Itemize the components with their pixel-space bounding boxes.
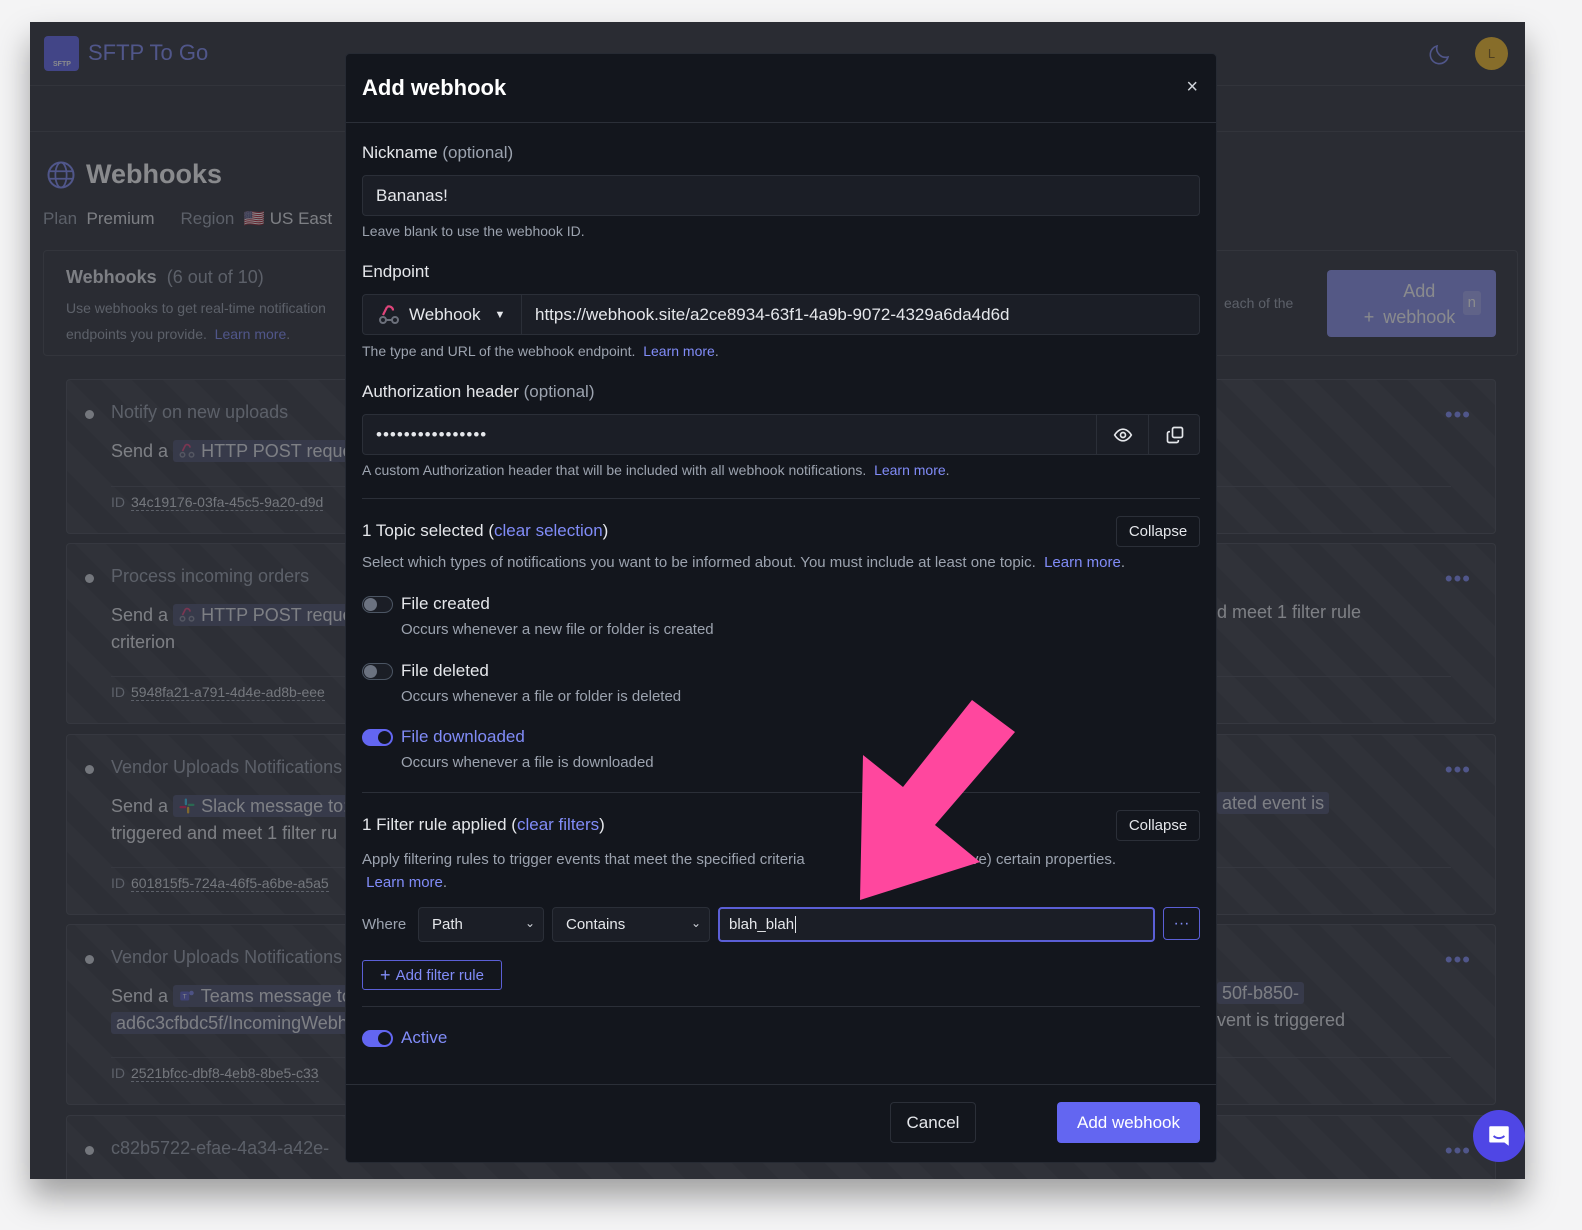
auth-help-text: A custom Authorization header that will … [362, 462, 867, 478]
topic-title: File deleted [401, 661, 489, 680]
endpoint-help: The type and URL of the webhook endpoint… [362, 343, 719, 359]
chevron-down-icon: ⌄ [690, 916, 701, 930]
optional-tag: (optional) [442, 143, 514, 162]
filter-value-input[interactable]: blah_blah [718, 907, 1155, 942]
topics-heading-text: 1 Topic selected [362, 521, 484, 540]
copy-button[interactable] [1148, 414, 1200, 455]
plus-icon: + [380, 964, 391, 985]
topic-description: Occurs whenever a file or folder is dele… [401, 688, 682, 705]
close-icon[interactable]: × [1186, 76, 1198, 99]
topics-learn-more-link[interactable]: Learn more [1044, 554, 1121, 571]
divider [362, 498, 1200, 499]
auth-value: •••••••••••••••• [376, 424, 488, 444]
nickname-label: Nickname (optional) [362, 143, 513, 163]
topics-collapse-button[interactable]: Collapse [1116, 516, 1200, 547]
where-label: Where [362, 916, 407, 933]
endpoint-type-select[interactable]: Webhook ▼ [362, 294, 522, 335]
chat-icon [1489, 1126, 1509, 1146]
filters-learn-more-link[interactable]: Learn more [366, 874, 443, 891]
file-created-toggle[interactable] [362, 596, 393, 613]
eye-icon [1113, 427, 1132, 442]
filters-heading: 1 Filter rule applied (clear filters) [362, 815, 605, 834]
endpoint-type-value: Webhook [409, 304, 481, 324]
caret-down-icon: ▼ [494, 308, 506, 321]
file-deleted-toggle[interactable] [362, 663, 393, 680]
modal-footer: Cancel Add webhook [346, 1084, 1216, 1162]
endpoint-url-input[interactable]: https://webhook.site/a2ce8934-63f1-4a9b-… [521, 294, 1200, 335]
topic-description: Occurs whenever a file is downloaded [401, 754, 654, 771]
filter-value-text: blah_blah [729, 916, 795, 933]
app-window: SFTP SFTP To Go L Webhooks Plan Premium … [30, 22, 1525, 1179]
topic-title: File downloaded [401, 727, 525, 746]
file-downloaded-toggle[interactable] [362, 729, 393, 746]
filter-more-button[interactable]: ··· [1163, 907, 1200, 940]
optional-tag: (optional) [523, 382, 595, 401]
topics-heading: 1 Topic selected (clear selection) [362, 521, 609, 540]
filters-heading-text: 1 Filter rule applied [362, 815, 507, 834]
topics-description: Select which types of notifications you … [362, 554, 1125, 571]
endpoint-label: Endpoint [362, 262, 430, 281]
auth-help: A custom Authorization header that will … [362, 462, 950, 478]
nickname-label-text: Nickname [362, 143, 438, 162]
clear-filters-link[interactable]: clear filters [517, 815, 599, 834]
add-filter-rule-label: Add filter rule [395, 966, 484, 984]
add-filter-rule-button[interactable]: + Add filter rule [362, 960, 502, 990]
endpoint-help-text: The type and URL of the webhook endpoint… [362, 343, 636, 359]
auth-learn-more-link[interactable]: Learn more [874, 462, 946, 478]
filters-description: Apply filtering rules to trigger events … [362, 851, 1117, 891]
filter-field-select[interactable]: Path ⌄ [418, 907, 544, 942]
nickname-input[interactable]: Bananas! [362, 175, 1200, 216]
active-toggle[interactable] [362, 1030, 393, 1047]
filter-field-value: Path [432, 916, 463, 933]
auth-label-text: Authorization header [362, 382, 519, 401]
modal-title: Add webhook [362, 75, 507, 100]
auth-label: Authorization header (optional) [362, 382, 595, 402]
add-webhook-submit-button[interactable]: Add webhook [1057, 1102, 1200, 1143]
modal-header: Add webhook × [346, 54, 1216, 123]
show-password-button[interactable] [1096, 414, 1148, 455]
cancel-button[interactable]: Cancel [890, 1102, 976, 1143]
divider [362, 792, 1200, 793]
add-webhook-modal: Add webhook × Nickname (optional) Banana… [345, 53, 1217, 1163]
chevron-down-icon: ⌄ [524, 916, 535, 930]
topic-title: File created [401, 594, 490, 613]
webhook-icon [379, 304, 399, 324]
endpoint-learn-more-link[interactable]: Learn more [643, 343, 715, 359]
nickname-help: Leave blank to use the webhook ID. [362, 223, 585, 239]
divider [362, 1006, 1200, 1007]
filter-operator-select[interactable]: Contains ⌄ [552, 907, 710, 942]
endpoint-url-value: https://webhook.site/a2ce8934-63f1-4a9b-… [535, 304, 1010, 324]
filters-collapse-button[interactable]: Collapse [1116, 810, 1200, 841]
filters-desc-start: Apply filtering rules to trigger events … [362, 851, 805, 868]
topic-description: Occurs whenever a new file or folder is … [401, 621, 714, 638]
filter-operator-value: Contains [566, 916, 626, 933]
auth-header-input[interactable]: •••••••••••••••• [362, 414, 1200, 455]
active-label: Active [401, 1028, 448, 1047]
filters-desc-end: n't have) certain properties. [934, 851, 1117, 868]
chat-support-button[interactable] [1473, 1110, 1525, 1162]
text-cursor [795, 916, 797, 933]
clear-selection-link[interactable]: clear selection [494, 521, 603, 540]
nickname-value: Bananas! [376, 185, 448, 205]
topics-description-text: Select which types of notifications you … [362, 554, 1036, 571]
copy-icon [1166, 426, 1183, 443]
